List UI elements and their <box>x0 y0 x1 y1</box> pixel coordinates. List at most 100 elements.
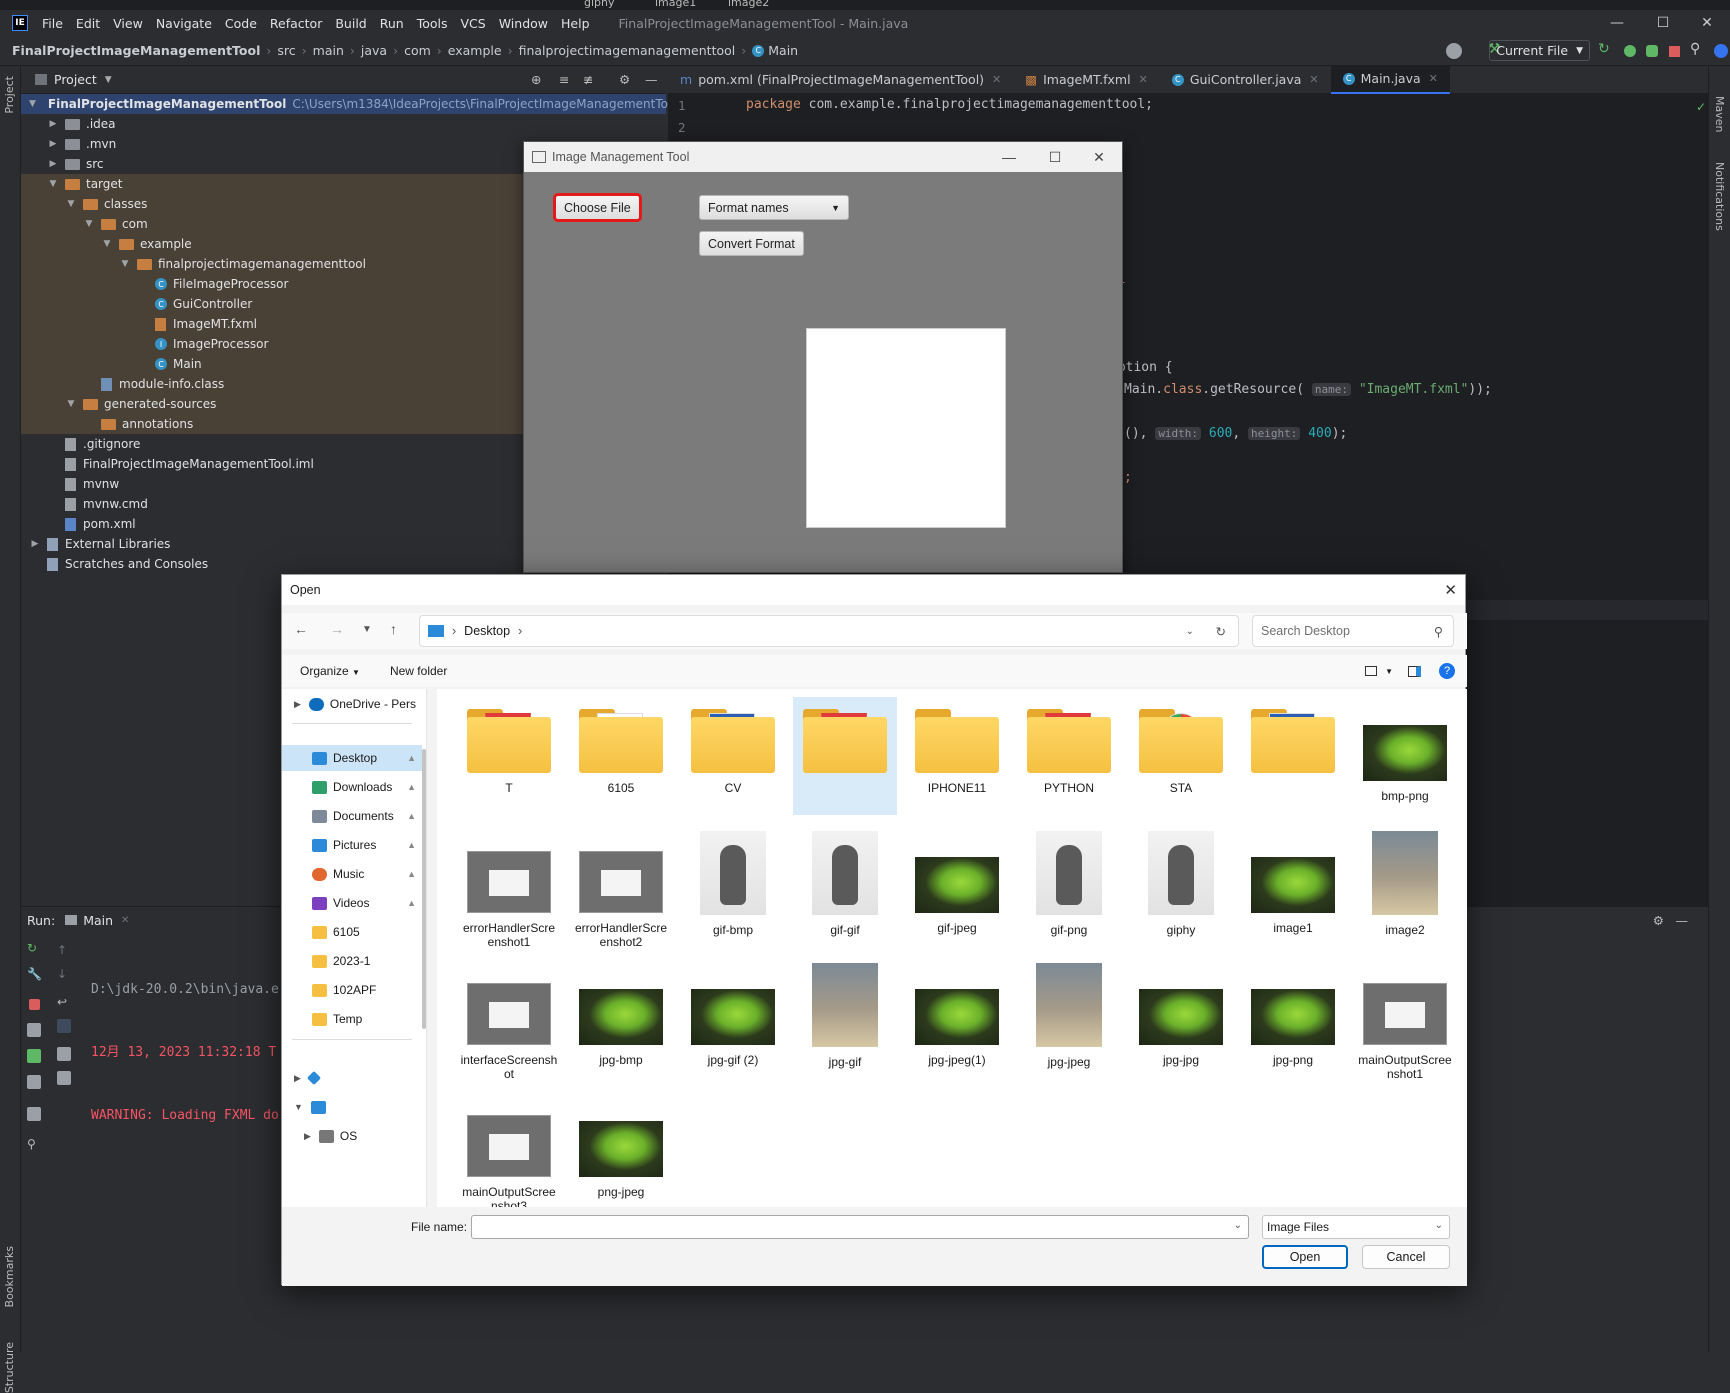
image-file-item[interactable]: errorHandlerScreenshot2 <box>569 829 673 949</box>
image-file-item[interactable]: mainOutputScreenshot3 <box>457 1093 561 1213</box>
menu-tools[interactable]: Tools <box>417 16 448 31</box>
chevron-down-icon[interactable]: ▼ <box>105 75 112 85</box>
chevron-down-icon[interactable]: ⌄ <box>1234 1220 1242 1231</box>
run-config-select[interactable]: Current File ▼ <box>1489 40 1590 61</box>
nav-item-folder[interactable]: 102APF <box>282 977 422 1003</box>
update-icon[interactable] <box>1714 44 1728 58</box>
breadcrumb-item[interactable]: main <box>313 43 344 58</box>
preview-pane-icon[interactable] <box>1408 665 1421 677</box>
folder-item[interactable]: IPHONE11 <box>905 697 1009 815</box>
nav-item-network[interactable]: ▶ <box>282 1065 422 1091</box>
image-file-item[interactable]: mainOutputScreenshot1 <box>1353 961 1457 1081</box>
nav-item-desktop[interactable]: Desktop ▲ <box>282 745 422 771</box>
pin-icon[interactable]: ⚲ <box>27 1137 41 1151</box>
down-arrow-icon[interactable]: ↓ <box>57 967 71 981</box>
menu-file[interactable]: File <box>42 16 63 31</box>
hide-icon[interactable]: — <box>1676 913 1689 928</box>
image-file-item[interactable]: giphy <box>1129 829 1233 947</box>
trash-icon[interactable] <box>57 1071 71 1085</box>
image-file-item[interactable]: image2 <box>1353 829 1457 947</box>
chevron-down-icon[interactable]: ⌄ <box>1186 626 1194 637</box>
view-icon[interactable] <box>1365 666 1377 676</box>
camera-icon[interactable] <box>27 1023 41 1037</box>
breadcrumb-item[interactable]: src <box>277 43 295 58</box>
image-file-item[interactable]: gif-gif <box>793 829 897 947</box>
scrollbar[interactable] <box>422 749 426 1029</box>
back-icon[interactable]: ← <box>294 621 308 637</box>
nav-item-folder[interactable]: 2023-1 <box>282 948 422 974</box>
choose-file-button[interactable]: Choose File <box>553 193 642 222</box>
breadcrumb-item[interactable]: example <box>448 43 502 58</box>
image-file-item[interactable]: png-jpeg <box>569 1093 673 1211</box>
nav-item-documents[interactable]: Documents ▲ <box>282 803 422 829</box>
menu-code[interactable]: Code <box>225 16 257 31</box>
folder-item[interactable]: STA <box>1129 697 1233 815</box>
format-names-select[interactable]: Format names ▼ <box>699 195 849 220</box>
recent-chevron-icon[interactable]: ▼ <box>362 624 372 635</box>
collapse-all-icon[interactable]: ≢ <box>583 72 593 87</box>
layout-icon[interactable] <box>27 1107 41 1121</box>
tree-item[interactable]: ▶ .idea <box>21 114 666 134</box>
search-icon[interactable]: ⚲ <box>1690 41 1706 57</box>
menu-build[interactable]: Build <box>335 16 366 31</box>
image-file-item[interactable]: jpg-jpeg <box>1017 961 1121 1079</box>
nav-item-this-pc[interactable]: ▼ <box>282 1094 422 1120</box>
debug-icon[interactable] <box>27 1049 41 1063</box>
print-icon[interactable] <box>57 1047 71 1061</box>
nav-item-drive[interactable]: ▶ OS <box>282 1123 422 1149</box>
exit-icon[interactable] <box>27 1075 41 1089</box>
coverage-icon[interactable] <box>1646 45 1658 57</box>
expand-all-icon[interactable]: ≡ <box>559 72 569 87</box>
image-file-item[interactable]: errorHandlerScreenshot1 <box>457 829 561 949</box>
file-type-select[interactable]: Image Files ⌄ <box>1262 1215 1450 1239</box>
debug-icon[interactable] <box>1624 45 1636 57</box>
image-file-item[interactable]: jpg-jpeg(1) <box>905 961 1009 1079</box>
file-name-input[interactable]: ⌄ <box>471 1215 1249 1239</box>
tab-pom-xml[interactable]: m pom.xml (FinalProjectImageManagementToo… <box>668 66 1013 94</box>
image-file-item[interactable]: gif-bmp <box>681 829 785 947</box>
minimize-icon[interactable]: — <box>1594 10 1640 36</box>
menu-vcs[interactable]: VCS <box>461 16 486 31</box>
close-icon[interactable]: ✕ <box>1076 142 1122 172</box>
nav-item-pictures[interactable]: Pictures ▲ <box>282 832 422 858</box>
bookmarks-tool-label[interactable]: Bookmarks <box>3 1246 16 1307</box>
menu-navigate[interactable]: Navigate <box>156 16 212 31</box>
tree-item-root[interactable]: ▼ FinalProjectImageManagementTool C:\Users… <box>21 94 679 114</box>
tab-guicontroller[interactable]: C GuiController.java ✕ <box>1160 66 1331 94</box>
new-folder-button[interactable]: New folder <box>390 664 447 678</box>
nav-item-downloads[interactable]: Downloads ▲ <box>282 774 422 800</box>
folder-item[interactable]: 6105 <box>569 697 673 815</box>
maven-tool-label[interactable]: Maven <box>1713 96 1726 132</box>
menu-window[interactable]: Window <box>499 16 548 31</box>
stop-icon[interactable] <box>29 999 40 1010</box>
gear-icon[interactable]: ⚙ <box>1653 913 1664 928</box>
breadcrumb-item[interactable]: Main <box>768 43 798 58</box>
image-file-item[interactable]: jpg-bmp <box>569 961 673 1079</box>
structure-tool-label[interactable]: Structure <box>3 1342 16 1393</box>
image-file-item[interactable]: jpg-gif (2) <box>681 961 785 1079</box>
locate-icon[interactable]: ⊕ <box>531 72 541 87</box>
open-button[interactable]: Open <box>1262 1245 1348 1269</box>
user-icon[interactable] <box>1446 43 1462 59</box>
project-tool-label[interactable]: Project <box>3 76 16 114</box>
forward-icon[interactable]: → <box>330 621 344 637</box>
soft-wrap-icon[interactable]: ↩ <box>57 995 71 1009</box>
wrench-icon[interactable]: 🔧 <box>27 967 42 981</box>
hide-icon[interactable]: — <box>645 72 658 87</box>
close-icon[interactable]: ✕ <box>121 915 129 926</box>
gear-icon[interactable]: ⚙ <box>619 72 630 87</box>
search-input[interactable]: Search Desktop ⚲ <box>1252 615 1454 647</box>
nav-item-folder[interactable]: Temp <box>282 1006 422 1032</box>
nav-item-folder[interactable]: 6105 <box>282 919 422 945</box>
image-file-item[interactable]: gif-png <box>1017 829 1121 947</box>
rerun-icon[interactable]: ↻ <box>27 941 41 955</box>
folder-item[interactable] <box>1241 697 1345 815</box>
nav-item-music[interactable]: Music ▲ <box>282 861 422 887</box>
chevron-down-icon[interactable]: ▼ <box>1385 667 1393 676</box>
minimize-icon[interactable]: — <box>986 142 1032 172</box>
folder-item[interactable]: PYTHON <box>1017 697 1121 815</box>
stop-icon[interactable] <box>1669 46 1680 57</box>
scroll-end-icon[interactable] <box>57 1019 71 1033</box>
menu-help[interactable]: Help <box>561 16 590 31</box>
address-bar[interactable]: › Desktop › ⌄ ↻ <box>419 615 1239 647</box>
